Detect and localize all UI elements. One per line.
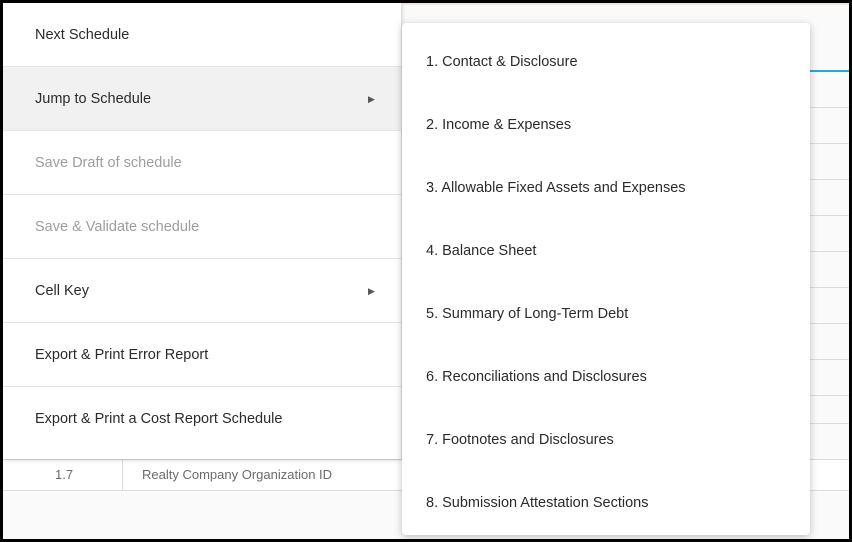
row-text-cell: Realty Company Organization ID <box>142 467 333 482</box>
row-divider <box>808 215 849 216</box>
menu-item-label: Cell Key <box>35 283 89 299</box>
row-divider <box>808 323 849 324</box>
submenu-item-attestation[interactable]: 8. Submission Attestation Sections <box>402 472 810 535</box>
app-frame: 1.7 Realty Company Organization ID Next … <box>3 3 849 539</box>
menu-item-label: Save Draft of schedule <box>35 155 182 171</box>
row-divider <box>808 143 849 144</box>
row-divider <box>808 107 849 108</box>
menu-item-label: Export & Print a Cost Report Schedule <box>35 411 283 427</box>
submenu-item-contact-disclosure[interactable]: 1. Contact & Disclosure <box>402 31 810 94</box>
row-divider <box>808 359 849 360</box>
row-divider <box>808 179 849 180</box>
submenu-item-label: 4. Balance Sheet <box>426 243 537 259</box>
submenu-item-label: 8. Submission Attestation Sections <box>426 495 649 511</box>
submenu-item-reconciliations[interactable]: 6. Reconciliations and Disclosures <box>402 346 810 409</box>
menu-item-export-error-report[interactable]: Export & Print Error Report <box>3 323 401 387</box>
row-divider <box>808 251 849 252</box>
menu-item-label: Jump to Schedule <box>35 91 152 107</box>
menu-item-cell-key[interactable]: Cell Key ▶ <box>3 259 401 323</box>
menu-item-label: Next Schedule <box>35 27 130 43</box>
menu-item-label: Export & Print Error Report <box>35 347 209 363</box>
menu-item-label: Save & Validate schedule <box>35 219 200 235</box>
menu-item-save-validate: Save & Validate schedule <box>3 195 401 259</box>
submenu-item-label: 3. Allowable Fixed Assets and Expenses <box>426 180 686 196</box>
row-divider <box>808 287 849 288</box>
row-divider <box>808 395 849 396</box>
submenu-item-long-term-debt[interactable]: 5. Summary of Long-Term Debt <box>402 283 810 346</box>
submenu-arrow-icon: ▶ <box>368 286 375 296</box>
menu-item-next-schedule[interactable]: Next Schedule <box>3 3 401 67</box>
context-menu: Next Schedule Jump to Schedule ▶ Save Dr… <box>3 3 401 459</box>
submenu-item-label: 2. Income & Expenses <box>426 117 572 133</box>
submenu-item-fixed-assets[interactable]: 3. Allowable Fixed Assets and Expenses <box>402 157 810 220</box>
submenu-item-label: 7. Footnotes and Disclosures <box>426 432 614 448</box>
row-number-cell: 1.7 <box>3 460 123 490</box>
submenu-item-label: 6. Reconciliations and Disclosures <box>426 369 647 385</box>
active-tab-indicator <box>808 70 849 72</box>
menu-item-export-cost-report[interactable]: Export & Print a Cost Report Schedule <box>3 387 401 459</box>
submenu-arrow-icon: ▶ <box>368 94 375 104</box>
menu-item-save-draft: Save Draft of schedule <box>3 131 401 195</box>
row-divider <box>808 423 849 424</box>
menu-item-jump-to-schedule[interactable]: Jump to Schedule ▶ <box>3 67 401 131</box>
submenu-item-label: 5. Summary of Long-Term Debt <box>426 306 629 322</box>
jump-to-schedule-submenu: 1. Contact & Disclosure 2. Income & Expe… <box>402 23 810 535</box>
submenu-item-footnotes[interactable]: 7. Footnotes and Disclosures <box>402 409 810 472</box>
submenu-item-label: 1. Contact & Disclosure <box>426 54 578 70</box>
submenu-item-balance-sheet[interactable]: 4. Balance Sheet <box>402 220 810 283</box>
submenu-item-income-expenses[interactable]: 2. Income & Expenses <box>402 94 810 157</box>
